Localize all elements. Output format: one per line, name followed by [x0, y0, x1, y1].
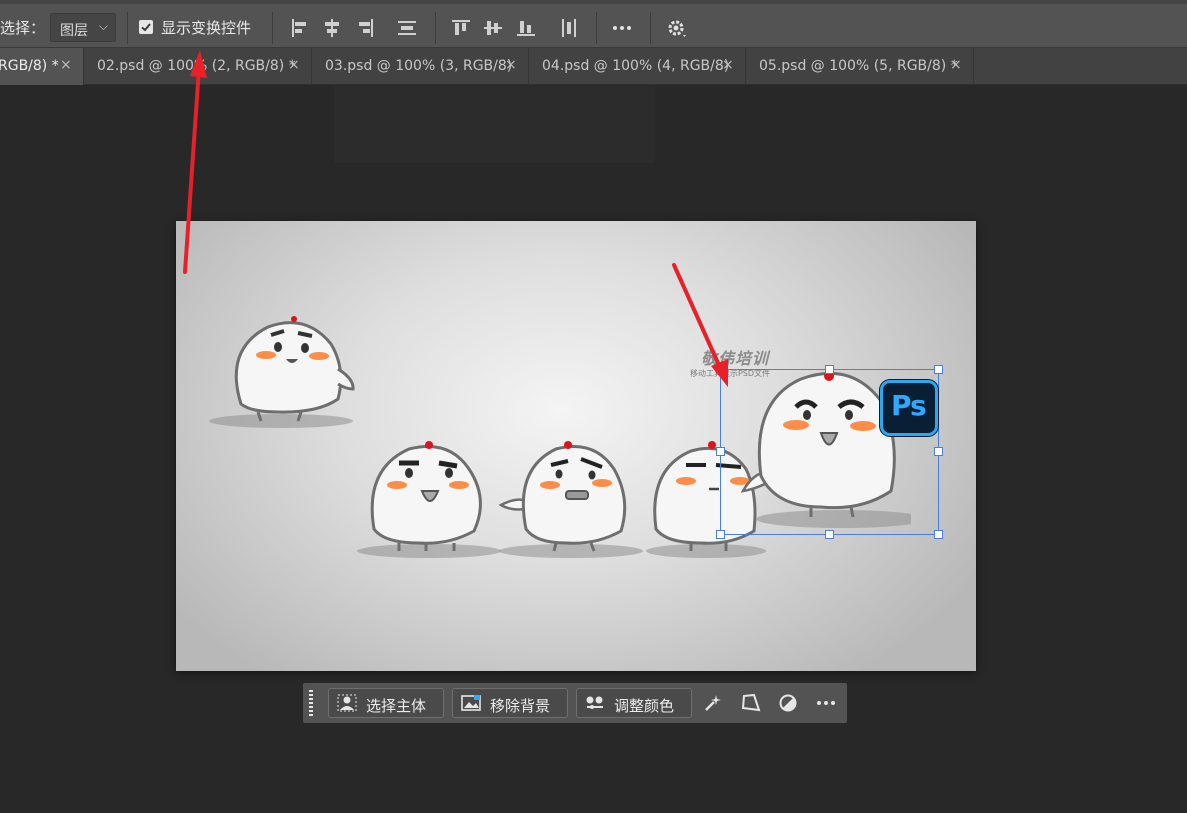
chevron-down-icon: ⌵	[98, 19, 108, 33]
document-canvas[interactable]: 敬伟培训 移动工具显示PSD文件 Ps	[176, 221, 976, 671]
more-icon[interactable]	[815, 692, 837, 714]
ps-logo-text: Ps	[891, 389, 927, 422]
select-subject-icon	[337, 694, 357, 712]
tab-label: RGB/8) *	[0, 58, 59, 74]
remove-background-label: 移除背景	[490, 697, 551, 715]
divider	[650, 12, 651, 44]
tab-03[interactable]: 03.psd @ 100% (3, RGB/8) ×	[312, 48, 529, 85]
close-icon[interactable]: ×	[288, 57, 300, 73]
perspective-icon[interactable]	[740, 692, 762, 714]
tab-label: 03.psd @ 100% (3, RGB/8)	[325, 58, 513, 74]
align-left-icon[interactable]	[288, 16, 312, 40]
divider	[127, 12, 128, 44]
select-target-dropdown[interactable]: 图层 ⌵	[50, 13, 116, 42]
tab-04[interactable]: 04.psd @ 100% (4, RGB/8) ×	[529, 48, 746, 85]
transform-handle[interactable]	[934, 530, 943, 539]
select-subject-label: 选择主体	[366, 697, 427, 715]
transform-handle[interactable]	[716, 447, 725, 456]
adjust-color-label: 调整颜色	[614, 697, 675, 715]
transform-handle[interactable]	[716, 530, 725, 539]
character-2[interactable]	[354, 439, 504, 564]
remove-background-button[interactable]: 移除背景	[452, 688, 568, 718]
distribute-horizontal-icon[interactable]	[557, 16, 581, 40]
close-icon[interactable]: ×	[505, 57, 517, 73]
tab-02[interactable]: 02.psd @ 100% (2, RGB/8) * ×	[84, 48, 312, 85]
adjust-color-icon	[586, 696, 603, 709]
character-1[interactable]	[206, 309, 366, 434]
canvas-ghost-panel	[334, 86, 655, 163]
photoshop-window: 选择： 图层 ⌵ 显示变换控件 RGB/8) * × 02.psd @ 100%…	[0, 0, 1187, 813]
character-3[interactable]	[496, 439, 646, 564]
more-icon[interactable]	[610, 16, 634, 40]
transform-handle[interactable]	[934, 365, 943, 374]
select-label: 选择：	[0, 19, 46, 37]
contrast-icon[interactable]	[777, 692, 799, 714]
document-tabs: RGB/8) * × 02.psd @ 100% (2, RGB/8) * × …	[0, 48, 1187, 85]
tab-label: 02.psd @ 100% (2, RGB/8) *	[97, 58, 296, 74]
divider	[435, 12, 436, 44]
show-transform-label[interactable]: 显示变换控件	[161, 17, 251, 38]
adjust-color-button[interactable]: 调整颜色	[576, 688, 692, 718]
close-icon[interactable]: ×	[722, 57, 734, 73]
close-icon[interactable]: ×	[60, 57, 72, 73]
tab-05[interactable]: 05.psd @ 100% (5, RGB/8) * ×	[746, 48, 974, 85]
tab-label: 05.psd @ 100% (5, RGB/8) *	[759, 58, 958, 74]
select-target-value: 图层	[60, 23, 88, 39]
transform-handle[interactable]	[716, 365, 725, 374]
transform-handle[interactable]	[934, 447, 943, 456]
align-horizontal-center-icon[interactable]	[320, 16, 344, 40]
drag-grip-handle[interactable]	[309, 690, 313, 716]
remove-background-icon	[461, 695, 481, 711]
options-bar: 选择： 图层 ⌵ 显示变换控件	[0, 0, 1187, 48]
show-transform-checkbox[interactable]	[139, 20, 153, 34]
sparkle-brush-icon[interactable]	[702, 692, 724, 714]
ps-logo-icon: Ps	[880, 380, 938, 436]
align-vertical-center-icon[interactable]	[481, 16, 505, 40]
close-icon[interactable]: ×	[950, 57, 962, 73]
tab-01[interactable]: RGB/8) * ×	[0, 48, 84, 85]
align-right-icon[interactable]	[353, 16, 377, 40]
align-bottom-icon[interactable]	[514, 16, 538, 40]
select-subject-button[interactable]: 选择主体	[328, 688, 444, 718]
contextual-task-bar: 选择主体 移除背景 调整颜色	[303, 683, 847, 723]
transform-handle[interactable]	[825, 365, 834, 374]
transform-handle[interactable]	[825, 530, 834, 539]
divider	[272, 12, 273, 44]
tab-label: 04.psd @ 100% (4, RGB/8)	[542, 58, 730, 74]
gear-icon[interactable]	[665, 16, 689, 40]
distribute-vertical-icon[interactable]	[395, 16, 419, 40]
divider	[596, 12, 597, 44]
checkmark-icon	[141, 23, 151, 32]
align-top-icon[interactable]	[449, 16, 473, 40]
